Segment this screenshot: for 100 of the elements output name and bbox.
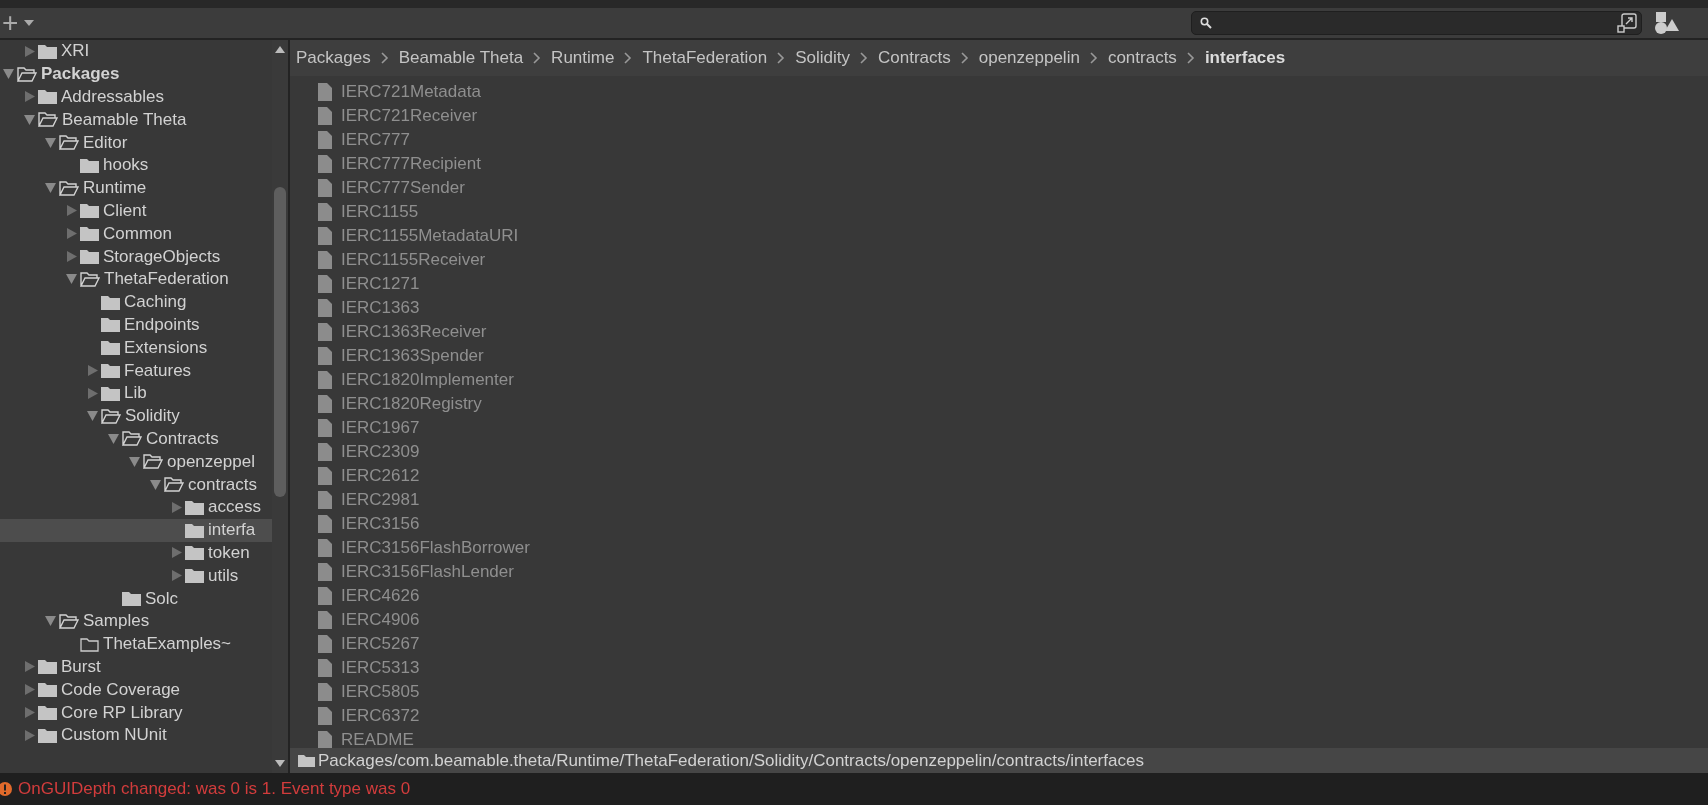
expanded-arrow-icon[interactable]: [45, 616, 56, 627]
file-item[interactable]: IERC5267: [290, 632, 1708, 656]
file-item[interactable]: IERC6372: [290, 704, 1708, 728]
tree-item[interactable]: Caching: [0, 290, 272, 314]
tree-item[interactable]: Contracts: [0, 427, 272, 451]
expanded-arrow-icon[interactable]: [129, 456, 140, 467]
file-item[interactable]: IERC1820Registry: [290, 392, 1708, 416]
tree-item[interactable]: Lib: [0, 381, 272, 405]
breadcrumb-item[interactable]: contracts: [1107, 48, 1177, 68]
tree-item[interactable]: Packages: [0, 62, 272, 86]
tree-item[interactable]: Solidity: [0, 404, 272, 428]
expanded-arrow-icon[interactable]: [66, 274, 77, 285]
tree-item[interactable]: Runtime: [0, 176, 272, 200]
tree-item[interactable]: Burst: [0, 655, 272, 679]
caret-icon[interactable]: [24, 20, 35, 26]
collapsed-arrow-icon[interactable]: [171, 501, 182, 513]
tree-item[interactable]: Solc: [0, 587, 272, 610]
file-item[interactable]: IERC1155MetadataURI: [290, 224, 1708, 248]
file-item[interactable]: IERC777: [290, 128, 1708, 152]
expanded-arrow-icon[interactable]: [87, 411, 98, 422]
tree-item[interactable]: XRI: [0, 40, 272, 63]
file-item[interactable]: IERC5805: [290, 680, 1708, 704]
file-item[interactable]: IERC5313: [290, 656, 1708, 680]
expanded-arrow-icon[interactable]: [45, 183, 56, 194]
collapsed-arrow-icon[interactable]: [24, 729, 35, 741]
file-item[interactable]: IERC1967: [290, 416, 1708, 440]
collapsed-arrow-icon[interactable]: [66, 251, 77, 263]
expanded-arrow-icon[interactable]: [3, 69, 14, 80]
breadcrumb-item[interactable]: Contracts: [878, 48, 951, 68]
file-item[interactable]: IERC2309: [290, 440, 1708, 464]
collapsed-arrow-icon[interactable]: [66, 228, 77, 240]
tree-item[interactable]: Beamable Theta: [0, 108, 272, 132]
file-item[interactable]: README: [290, 728, 1708, 748]
collapsed-arrow-icon[interactable]: [24, 45, 35, 57]
tree-item[interactable]: hooks: [0, 154, 272, 177]
expanded-arrow-icon[interactable]: [24, 114, 35, 125]
tree-item[interactable]: Addressables: [0, 85, 272, 109]
collapsed-arrow-icon[interactable]: [24, 661, 35, 673]
collapsed-arrow-icon[interactable]: [66, 205, 77, 217]
breadcrumb-item[interactable]: Solidity: [795, 48, 850, 68]
file-item[interactable]: IERC4906: [290, 608, 1708, 632]
tree-item[interactable]: Code Coverage: [0, 678, 272, 702]
breadcrumb-item[interactable]: Beamable Theta: [398, 48, 524, 68]
tree-item[interactable]: Editor: [0, 131, 272, 154]
file-item[interactable]: IERC1363Spender: [290, 344, 1708, 368]
tree-item[interactable]: Client: [0, 199, 272, 223]
tree-item[interactable]: Common: [0, 222, 272, 246]
tree-item[interactable]: Features: [0, 359, 272, 382]
collapsed-arrow-icon[interactable]: [87, 365, 98, 377]
popout-icon[interactable]: [1617, 13, 1637, 33]
file-item[interactable]: IERC1363: [290, 296, 1708, 320]
scrollbar-thumb[interactable]: [274, 187, 286, 497]
expanded-arrow-icon[interactable]: [150, 479, 161, 490]
file-item[interactable]: IERC1820Implementer: [290, 368, 1708, 392]
file-item[interactable]: IERC2612: [290, 464, 1708, 488]
file-item[interactable]: IERC1271: [290, 272, 1708, 296]
file-item[interactable]: IERC3156FlashLender: [290, 560, 1708, 584]
breadcrumb-item[interactable]: openzeppelin: [978, 48, 1080, 68]
tree-item[interactable]: Core RP Library: [0, 701, 272, 724]
breadcrumb-item[interactable]: Runtime: [551, 48, 615, 68]
tree-item[interactable]: StorageObjects: [0, 245, 272, 268]
file-item[interactable]: IERC1155: [290, 200, 1708, 224]
breadcrumb-item[interactable]: Packages: [296, 48, 371, 68]
expanded-arrow-icon[interactable]: [108, 433, 119, 444]
scroll-down-arrow-icon[interactable]: [275, 760, 285, 767]
file-item[interactable]: IERC2981: [290, 488, 1708, 512]
tree-item[interactable]: Samples: [0, 609, 272, 633]
file-item[interactable]: IERC777Recipient: [290, 152, 1708, 176]
collapsed-arrow-icon[interactable]: [24, 684, 35, 696]
collapsed-arrow-icon[interactable]: [87, 387, 98, 399]
collapsed-arrow-icon[interactable]: [24, 91, 35, 103]
file-item[interactable]: IERC721Receiver: [290, 104, 1708, 128]
breadcrumb-item[interactable]: interfaces: [1204, 48, 1286, 68]
tree-item[interactable]: interfa: [0, 518, 272, 542]
tree-item[interactable]: contracts: [0, 473, 272, 496]
collapsed-arrow-icon[interactable]: [171, 547, 182, 559]
tree-item[interactable]: token: [0, 541, 272, 565]
tree-item[interactable]: Extensions: [0, 336, 272, 360]
tree-item[interactable]: openzeppel: [0, 450, 272, 474]
file-item[interactable]: IERC1363Receiver: [290, 320, 1708, 344]
scroll-up-arrow-icon[interactable]: [275, 46, 285, 53]
collapsed-arrow-icon[interactable]: [171, 570, 182, 582]
expanded-arrow-icon[interactable]: [45, 137, 56, 148]
shapes-icon[interactable]: [1654, 11, 1680, 35]
tree-item[interactable]: ThetaExamples~: [0, 632, 272, 656]
collapsed-arrow-icon[interactable]: [24, 707, 35, 718]
file-item[interactable]: IERC777Sender: [290, 176, 1708, 200]
tree-item[interactable]: utils: [0, 564, 272, 588]
tree-item[interactable]: Endpoints: [0, 313, 272, 337]
tree-item[interactable]: access: [0, 495, 272, 519]
tree-item[interactable]: Custom NUnit: [0, 723, 272, 747]
file-item[interactable]: IERC4626: [290, 584, 1708, 608]
file-item[interactable]: IERC3156FlashBorrower: [290, 536, 1708, 560]
add-button[interactable]: +: [0, 9, 21, 37]
file-item[interactable]: IERC1155Receiver: [290, 248, 1708, 272]
file-item[interactable]: IERC721Metadata: [290, 80, 1708, 104]
tree-item[interactable]: ThetaFederation: [0, 267, 272, 291]
breadcrumb-item[interactable]: ThetaFederation: [642, 48, 768, 68]
search-field[interactable]: [1191, 11, 1642, 35]
file-item[interactable]: IERC3156: [290, 512, 1708, 536]
